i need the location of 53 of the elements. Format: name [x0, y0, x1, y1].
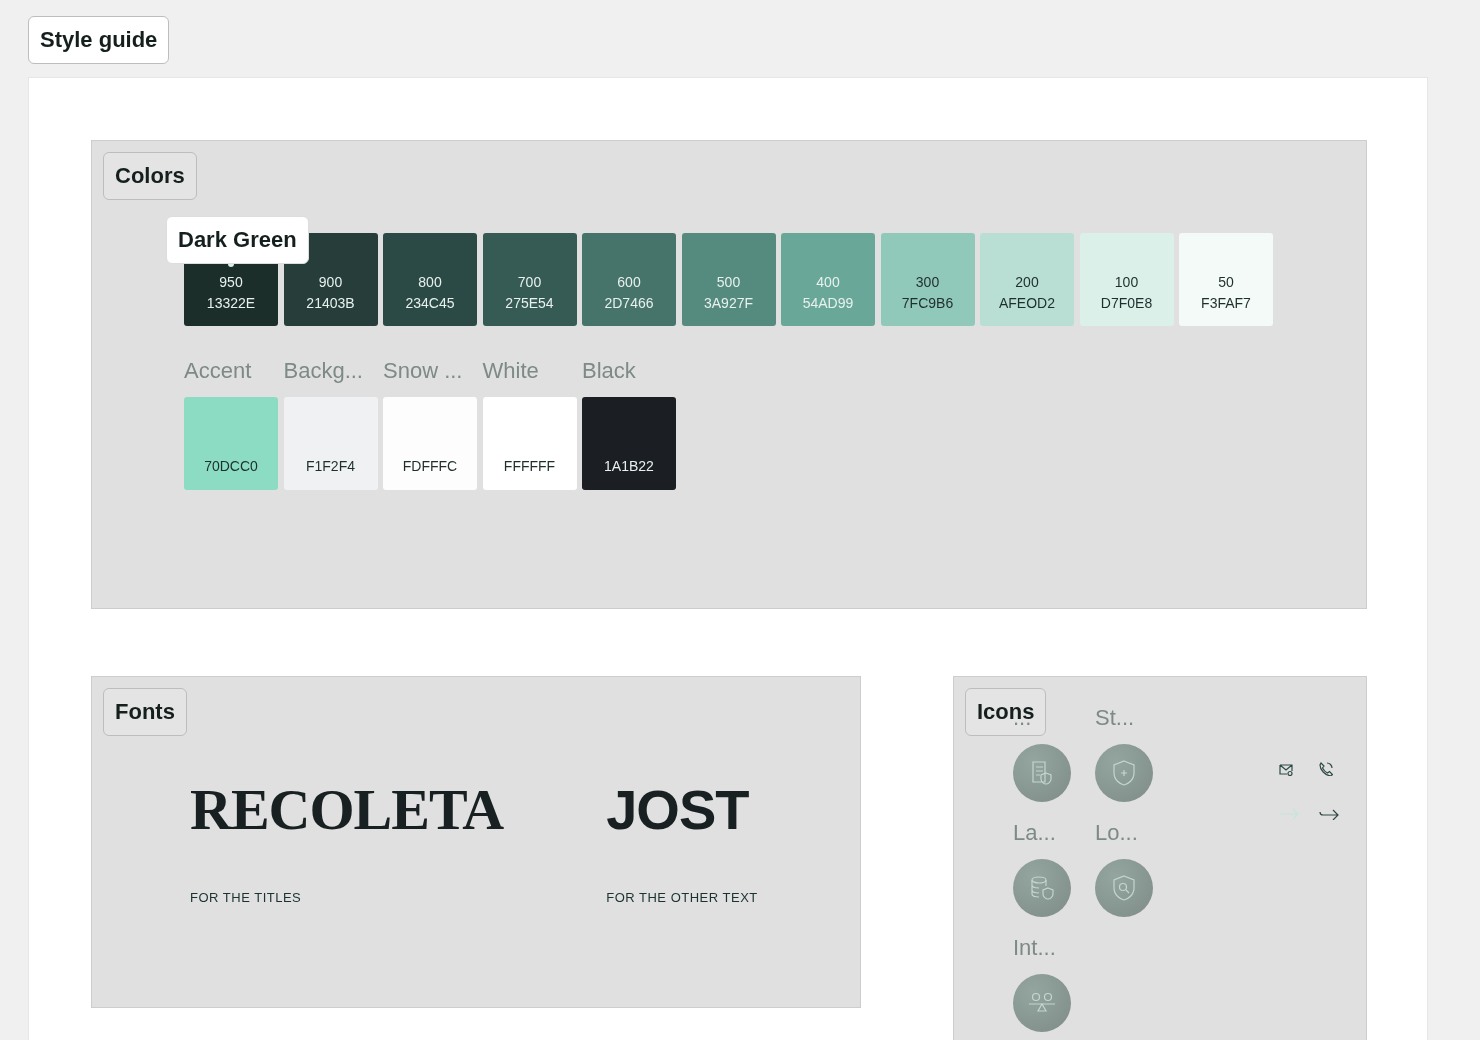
people-balance-icon — [1027, 992, 1057, 1014]
shield-plus-icon — [1111, 759, 1137, 787]
shade-label: 400 — [816, 272, 840, 292]
shade-label: 500 — [716, 272, 741, 292]
color-name: Black — [582, 359, 637, 383]
font-sample: RECOLETA — [190, 778, 505, 842]
phone-icon — [1319, 762, 1333, 776]
font-sample: JOST — [606, 778, 750, 842]
hex-label: FDFFFC — [402, 457, 458, 476]
shade-label: 700 — [517, 272, 542, 292]
hex-label: 54AD99 — [802, 293, 854, 313]
hex-label: AFEOD2 — [999, 293, 1055, 313]
color-name: Backg... — [283, 359, 364, 383]
hex-label: 2D7466 — [604, 293, 654, 313]
mail-icon — [1279, 764, 1293, 776]
hex-label: 3A927F — [703, 293, 753, 313]
document-shield-icon — [1029, 760, 1055, 786]
icon-label: Lo... — [1095, 821, 1139, 845]
color-name: Accent — [184, 359, 253, 383]
hex-label: 275E54 — [505, 293, 554, 313]
hex-label: 70DCC0 — [204, 457, 258, 476]
icon-label: La... — [1013, 821, 1057, 845]
hex-label: FFFFFF — [503, 457, 556, 476]
icon-label: St... — [1095, 706, 1136, 730]
database-shield-icon — [1029, 875, 1055, 901]
shade-label: 300 — [915, 272, 940, 292]
color-name: White — [482, 359, 540, 383]
font-caption: FOR THE OTHER TEXT — [606, 890, 758, 905]
shade-label: 950 — [219, 272, 243, 292]
shield-search-icon — [1111, 874, 1137, 902]
frame-title: Colors — [103, 152, 197, 200]
hex-label: 21403B — [306, 293, 355, 313]
hex-label: 234C45 — [405, 293, 455, 313]
page-title: Style guide — [28, 16, 170, 64]
hex-label: 7FC9B6 — [901, 293, 954, 313]
hex-label: F1F2F4 — [306, 457, 355, 476]
hex-label: D7F0E8 — [1100, 293, 1153, 313]
hex-label: 1A1B22 — [604, 457, 654, 476]
shade-label: 200 — [1015, 272, 1039, 292]
icon-label: Int... — [1013, 936, 1057, 960]
hex-label: 13322E — [206, 293, 256, 313]
frame-title: Fonts — [103, 688, 187, 736]
shade-label: 800 — [418, 272, 442, 292]
shade-label: 900 — [318, 272, 343, 292]
hex-label: F3FAF7 — [1201, 293, 1251, 313]
shade-label: 50 — [1218, 272, 1234, 292]
arrow-icon — [1319, 808, 1339, 820]
shade-label: 100 — [1114, 272, 1139, 292]
tooltip: Dark Green — [166, 216, 309, 264]
arrow-icon — [1279, 808, 1299, 820]
color-name: Snow ... — [383, 359, 464, 383]
shade-label: 600 — [617, 272, 641, 292]
font-caption: FOR THE TITLES — [190, 890, 302, 905]
